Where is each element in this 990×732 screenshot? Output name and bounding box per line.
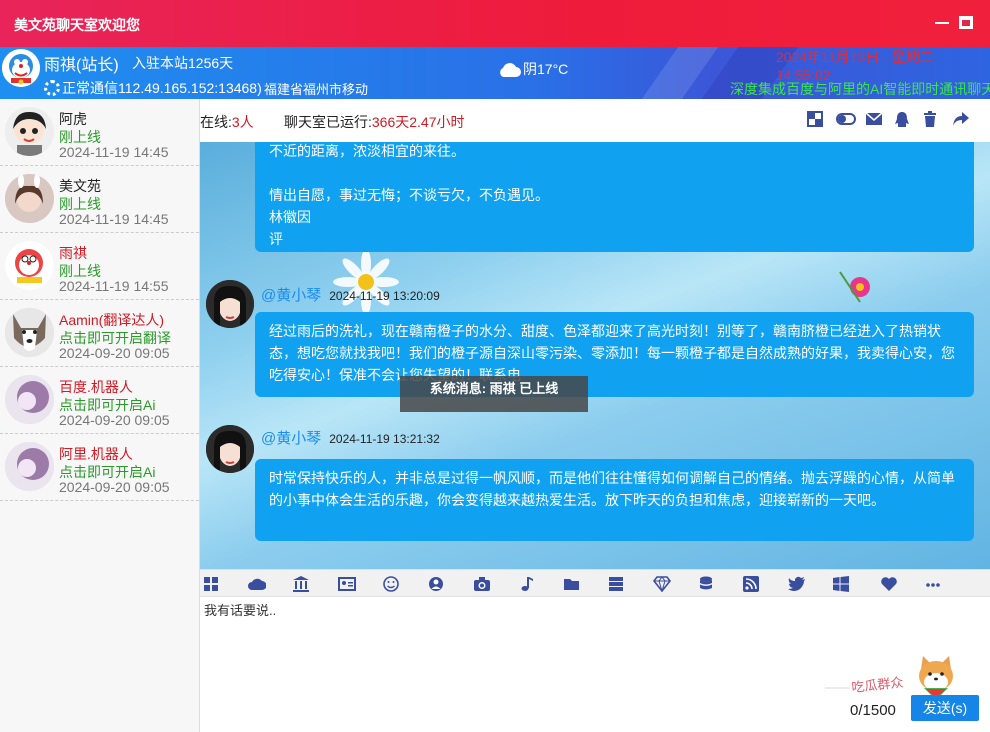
user-time: 2024-11-19 14:45 [59,211,169,227]
clock: 2024年11月19日 · 星期二 14:55:02 [776,49,934,83]
user-name: 阿虎 [59,111,87,127]
layout-icon[interactable] [807,111,825,129]
trash-icon[interactable] [923,111,941,129]
location-text: 福建省福州市移动 [264,82,369,97]
sender-name[interactable]: @黄小琴 [261,430,321,447]
message-text: 经过雨后的洗礼，现在赣南橙子的水分、甜度、色泽都迎来了高光时刻！别等了，赣南脐橙… [269,323,955,383]
sender-avatar[interactable] [206,280,254,328]
marquee: 深度集成百度与阿里的AI智能即时通讯聊天室 [730,81,990,97]
message-header: @黄小琴 2024-11-19 13:20:09 [261,284,440,305]
smile-icon[interactable] [383,576,399,592]
minimize-icon[interactable] [935,22,949,24]
camera-icon[interactable] [473,576,490,592]
user-name: 美文苑 [59,178,101,194]
message-text: 时常保持快乐的人，并非总是过得一帆风顺，而是他们往往懂得如何调解自己的情绪。抛去… [269,470,955,508]
message-bubble: 经过雨后的洗礼，现在赣南橙子的水分、甜度、色泽都迎来了高光时刻！别等了，赣南脐橙… [255,312,974,397]
mascot-logo: 吃瓜群众 [820,650,970,700]
user-name: 阿里.机器人 [59,446,133,462]
list-item[interactable]: 美文苑 刚上线 2024-11-19 14:45 [0,166,199,233]
qq-icon[interactable] [894,111,912,129]
runtime-label: 聊天室已运行: [284,114,372,130]
avatar [5,308,54,357]
window-title: 美文苑聊天室欢迎您 [14,17,140,33]
cloud-icon [497,62,521,78]
more-icon[interactable] [925,576,941,592]
message-time: 2024-11-19 13:20:09 [329,289,440,303]
runtime-value: 366天2.47小时 [371,114,465,130]
server-icon[interactable] [608,576,624,592]
user-time: 2024-09-20 09:05 [59,479,170,495]
database-icon[interactable] [698,576,714,592]
message-line: 林徽因 [269,209,311,225]
weather: 阴17°C [497,59,568,79]
list-item[interactable]: 雨祺 刚上线 2024-11-19 14:55 [0,233,199,300]
avatar [5,241,54,290]
input-placeholder: 我有话要说.. [204,603,277,618]
online-value: 3人 [231,114,254,130]
my-name: 雨祺(站长) [44,57,119,74]
message-line: 评 [269,231,283,247]
list-item[interactable]: 百度.机器人 点击即可开启Ai 2024-09-20 09:05 [0,367,199,434]
system-toast: 系统消息: 雨祺 已上线 [400,376,588,412]
message-line: 情出自愿，事过无悔；不谈亏欠，不负遇见。 [269,187,549,203]
avatar [5,442,54,491]
user-time: 2024-09-20 09:05 [59,345,170,361]
message-header: @黄小琴 2024-11-19 13:21:32 [261,427,440,448]
rss-icon[interactable] [743,576,759,592]
toggle-icon[interactable] [836,111,856,129]
online-count: 在线:3人 [200,112,254,132]
user-list: 阿虎 刚上线 2024-11-19 14:45 美文苑 刚上线 2024-11-… [0,99,200,732]
chat-toolbar: 在线:3人 聊天室已运行:366天2.47小时 [200,99,990,142]
folder-icon[interactable] [563,576,579,592]
online-label: 在线: [200,114,232,130]
input-toolbar [200,569,990,597]
cloud-icon[interactable] [248,576,267,592]
loading-icon [44,80,60,96]
user-name: 百度.机器人 [59,379,133,395]
runtime: 聊天室已运行:366天2.47小时 [284,112,465,132]
svg-text:吃瓜群众: 吃瓜群众 [851,675,904,696]
list-item[interactable]: Aamin(翻译达人) 点击即可开启翻译 2024-09-20 09:05 [0,300,199,367]
weather-text: 阴17°C [523,61,569,77]
list-item[interactable]: 阿虎 刚上线 2024-11-19 14:45 [0,99,199,166]
message-line: 不近的距离，浓淡相宜的来往。 [269,143,465,159]
user-time: 2024-11-19 14:45 [59,144,169,160]
send-button[interactable]: 发送(s) [911,695,979,721]
maximize-icon[interactable] [959,16,973,29]
connection-text: 正常通信112.49.165.152:13468) [62,80,262,96]
sender-name[interactable]: @黄小琴 [261,287,321,304]
diamond-icon[interactable] [652,576,672,593]
id-card-icon[interactable] [338,576,356,592]
my-days: 入驻本站1256天 [132,55,234,71]
sender-avatar[interactable] [206,425,254,473]
info-bar: 雨祺(站长) 入驻本站1256天 正常通信112.49.165.152:1346… [0,47,990,99]
message-bubble: 不近的距离，浓淡相宜的来往。 情出自愿，事过无悔；不谈亏欠，不负遇见。 林徽因 … [255,142,974,252]
char-counter: 0/1500 [850,702,896,719]
twitter-icon[interactable] [788,576,805,592]
share-icon[interactable] [952,111,970,129]
message-line [269,162,960,184]
windows-icon[interactable] [833,576,849,592]
heart-icon[interactable] [880,576,897,592]
user-time: 2024-09-20 09:05 [59,412,170,428]
mail-icon[interactable] [865,111,883,129]
user-name: 雨祺 [59,245,87,261]
user-circle-icon[interactable] [428,576,444,592]
user-name: Aamin(翻译达人) [59,312,165,328]
user-time: 2024-11-19 14:55 [59,278,169,294]
avatar [5,174,54,223]
avatar [5,107,54,156]
bank-icon[interactable] [293,576,309,592]
message-time: 2024-11-19 13:21:32 [329,432,440,446]
music-icon[interactable] [518,576,534,592]
message-bubble: 时常保持快乐的人，并非总是过得一帆风顺，而是他们往往懂得如何调解自己的情绪。抛去… [255,459,974,541]
title-bar: 美文苑聊天室欢迎您 [0,0,990,47]
chat-area[interactable]: 不近的距离，浓淡相宜的来往。 情出自愿，事过无悔；不谈亏欠，不负遇见。 林徽因 … [200,142,990,569]
connection-status: 正常通信112.49.165.152:13468) [44,78,262,98]
my-avatar[interactable] [2,49,40,87]
apps-icon[interactable] [203,576,219,592]
avatar [5,375,54,424]
list-item[interactable]: 阿里.机器人 点击即可开启Ai 2024-09-20 09:05 [0,434,199,501]
